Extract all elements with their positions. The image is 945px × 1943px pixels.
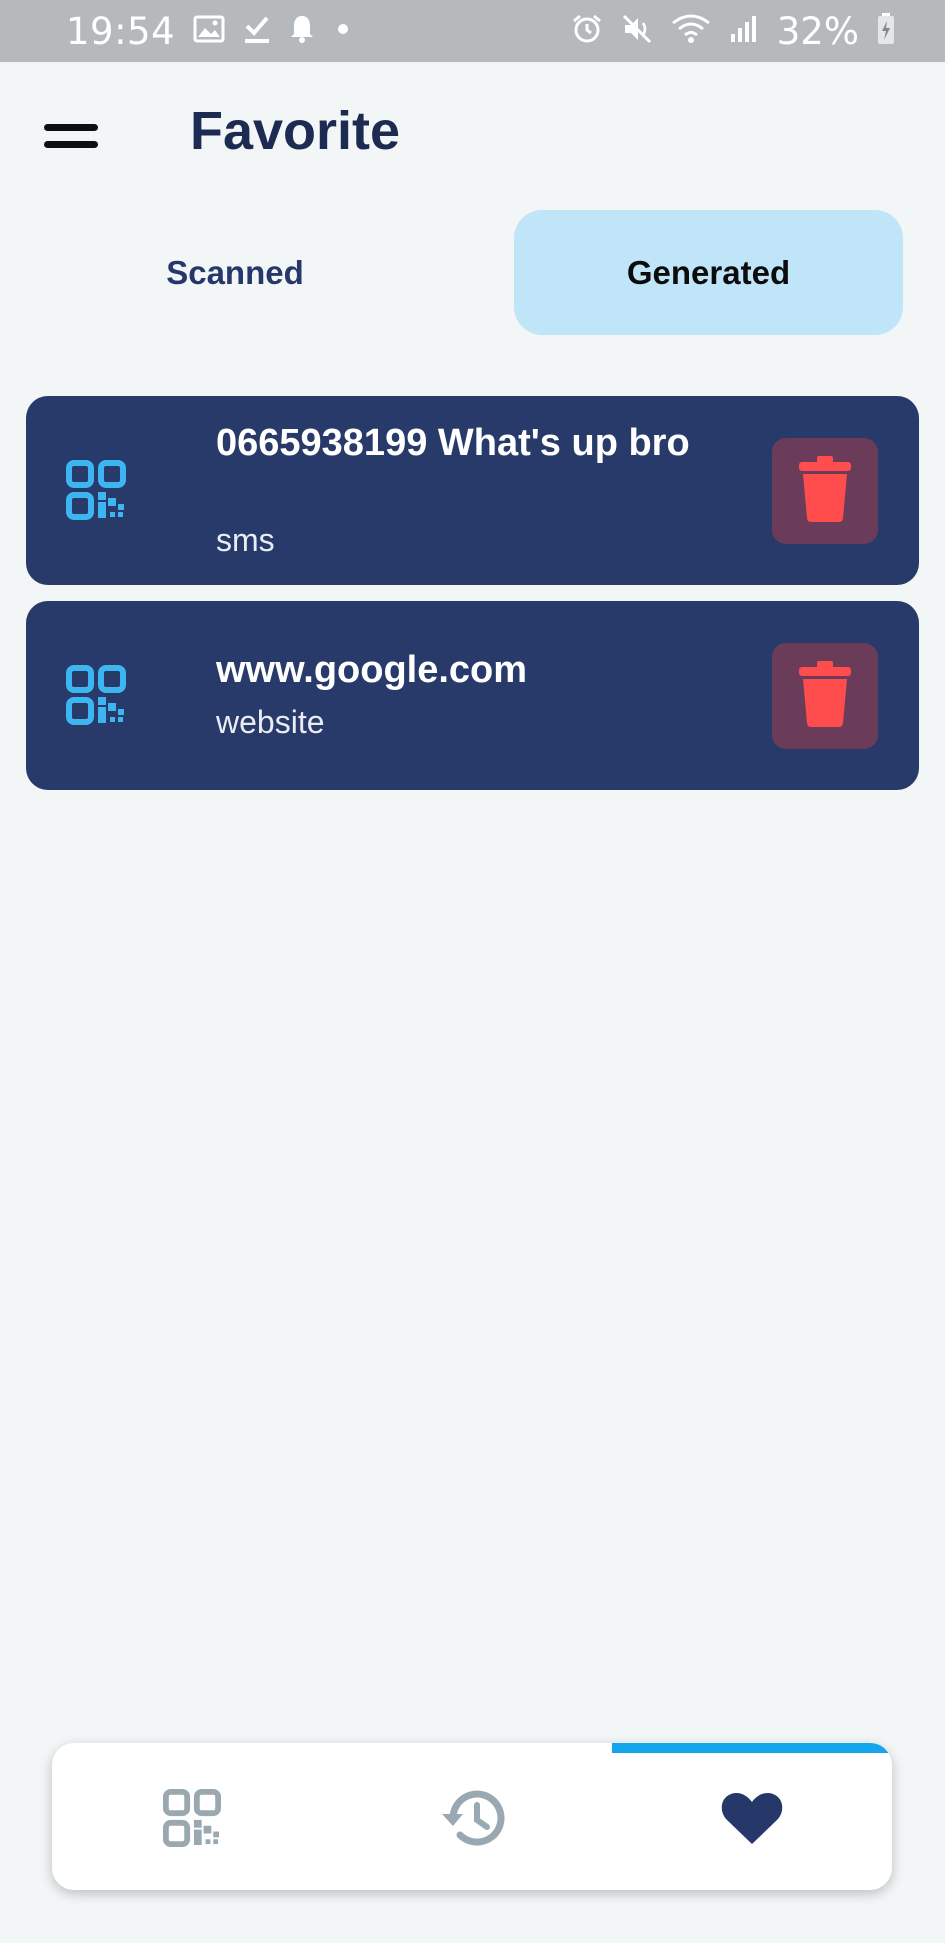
list-item[interactable]: www.google.com website: [26, 601, 919, 790]
tab-generated[interactable]: Generated: [514, 210, 903, 335]
qr-code-icon: [66, 460, 126, 520]
status-bar: 19:54 32%: [0, 0, 945, 62]
download-done-icon: [243, 14, 271, 48]
item-title: www.google.com: [216, 649, 528, 691]
qr-code-icon: [66, 665, 126, 725]
alarm-icon: [571, 13, 603, 49]
qr-code-icon: [163, 1788, 221, 1852]
status-bar-left: 19:54: [66, 10, 353, 53]
gallery-icon: [193, 15, 225, 47]
nav-scan-button[interactable]: [152, 1780, 232, 1860]
notification-bell-icon: [289, 14, 315, 48]
nav-favorite-button[interactable]: [712, 1780, 792, 1860]
hamburger-menu-icon[interactable]: [40, 120, 102, 152]
status-bar-right: 32%: [571, 10, 895, 53]
trash-icon: [797, 660, 853, 732]
status-time: 19:54: [66, 9, 176, 53]
active-tab-indicator: [612, 1743, 892, 1753]
delete-button[interactable]: [772, 438, 878, 544]
battery-charging-icon: [877, 13, 895, 49]
list-item[interactable]: 0665938199 What's up bro sms: [26, 396, 919, 585]
dot-icon: [333, 19, 353, 43]
page-title: Favorite: [190, 101, 401, 161]
signal-icon: [729, 14, 759, 48]
wifi-icon: [671, 13, 711, 49]
delete-button[interactable]: [772, 643, 878, 749]
mute-icon: [621, 13, 653, 49]
tab-scanned[interactable]: Scanned: [40, 210, 430, 335]
nav-history-button[interactable]: [432, 1780, 512, 1860]
menu-bar-bottom: [44, 141, 98, 148]
item-type: sms: [216, 522, 275, 558]
heart-icon: [720, 1790, 784, 1851]
history-icon: [439, 1787, 505, 1854]
item-type: website: [216, 704, 325, 740]
menu-bar-top: [44, 124, 98, 131]
bottom-navigation: [52, 1743, 892, 1890]
item-title: 0665938199 What's up bro: [216, 422, 690, 464]
trash-icon: [797, 455, 853, 527]
battery-percentage: 32%: [776, 9, 859, 53]
